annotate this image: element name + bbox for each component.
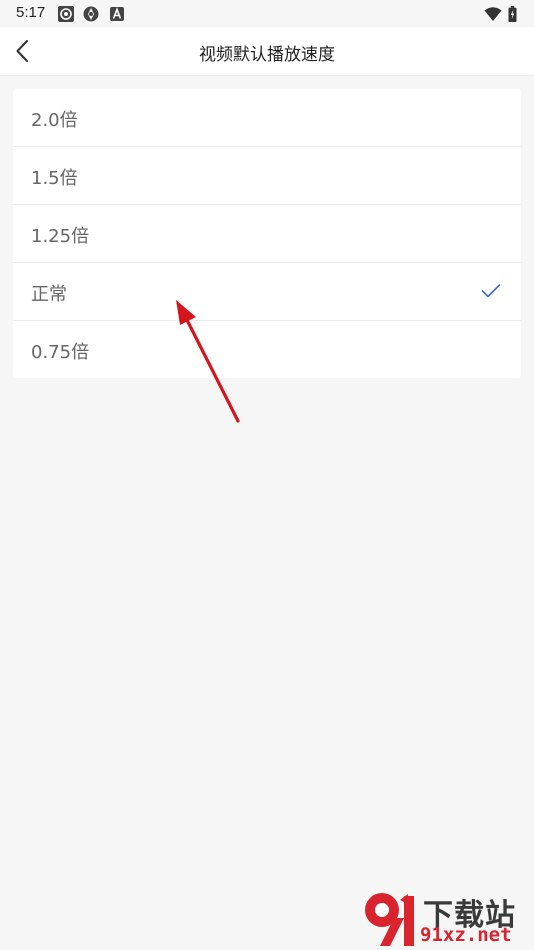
speed-option-1-25x[interactable]: 1.25倍: [13, 205, 521, 263]
speed-option-label: 1.25倍: [31, 226, 90, 247]
watermark-logo: [365, 893, 414, 946]
speed-option-list: 2.0倍 1.5倍 1.25倍 正常 0.75倍: [13, 89, 521, 378]
speed-option-label: 正常: [31, 284, 67, 305]
page-title: 视频默认播放速度: [199, 45, 335, 65]
checkmark-icon: [481, 284, 501, 298]
watermark: 下载站 91xz.net: [360, 888, 530, 948]
shutter-notification-icon: [83, 6, 99, 22]
speed-option-label: 2.0倍: [31, 110, 78, 131]
speed-option-1-5x[interactable]: 1.5倍: [13, 147, 521, 205]
status-bar: 5:17: [0, 0, 534, 27]
app-notification-icon: [58, 6, 74, 22]
speed-option-label: 0.75倍: [31, 342, 90, 363]
status-time: 5:17: [16, 4, 46, 21]
speed-option-0-75x[interactable]: 0.75倍: [13, 321, 521, 378]
watermark-text-bottom: 91xz.net: [420, 924, 512, 946]
speed-option-2-0x[interactable]: 2.0倍: [13, 89, 521, 147]
battery-icon: [508, 6, 517, 22]
speed-option-label: 1.5倍: [31, 168, 78, 189]
speed-option-normal[interactable]: 正常: [13, 263, 521, 321]
nav-bar: 视频默认播放速度: [0, 27, 534, 76]
text-notification-icon: [110, 7, 124, 21]
wifi-icon: [484, 7, 502, 21]
